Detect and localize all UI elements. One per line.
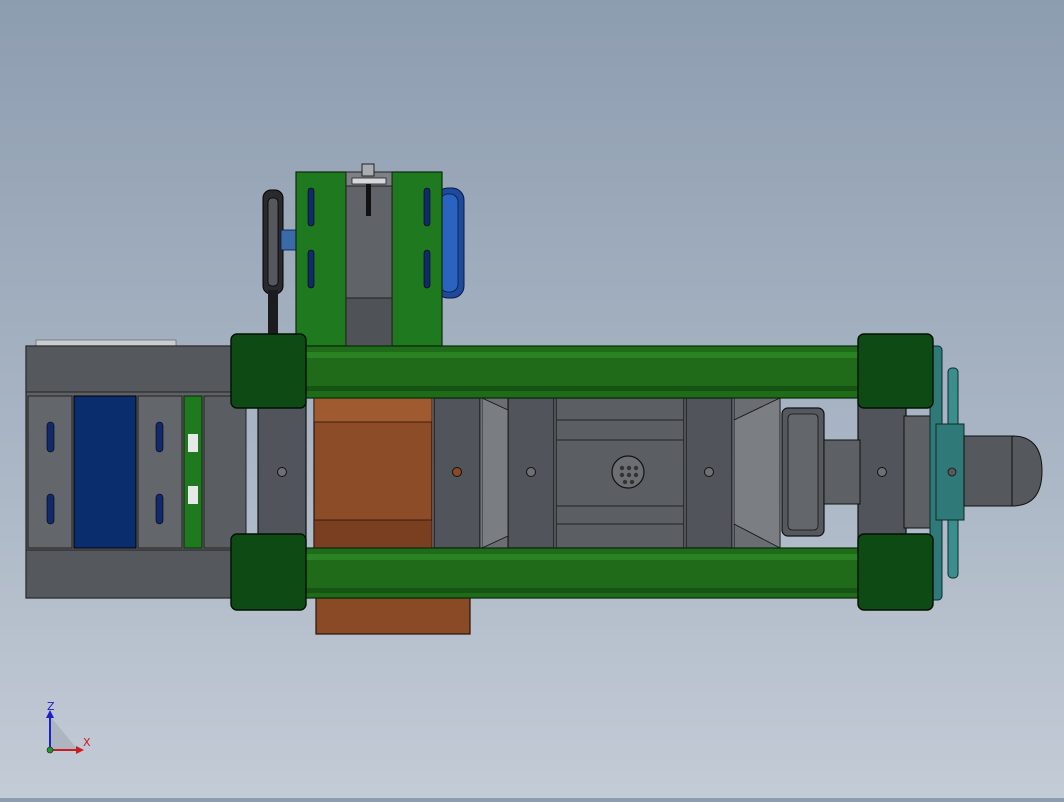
left-base-block (25, 339, 247, 599)
coordinate-triad: Z X (46, 700, 91, 754)
assembly-drawing: Z X (25, 163, 1043, 754)
z-axis-label: Z (47, 700, 55, 713)
upper-motor-assembly (262, 163, 465, 347)
cad-viewport[interactable]: Z X (0, 0, 1064, 798)
x-axis-label: X (83, 736, 91, 749)
